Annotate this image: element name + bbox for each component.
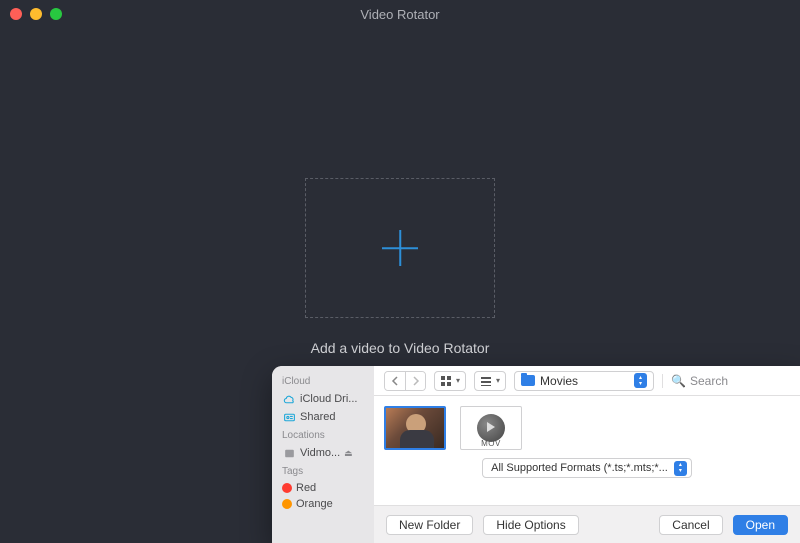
cancel-button[interactable]: Cancel [659,515,722,535]
group-icon [480,375,492,387]
format-select[interactable]: All Supported Formats (*.ts;*.mts;*... ▴… [482,458,692,478]
file-open-dialog: iCloud iCloud Dri... Shared Locations Vi… [272,366,800,543]
document-thumbnail: MOV [460,406,522,450]
video-dropzone[interactable] [305,178,495,318]
sidebar-tag-red[interactable]: Red [282,480,374,496]
new-folder-button[interactable]: New Folder [386,515,473,535]
chevron-down-icon: ▾ [456,376,460,385]
sidebar-item-label: iCloud Dri... [300,393,357,405]
sidebar-item-volume[interactable]: Vidmo... ⏏ [282,444,374,462]
location-label: Movies [540,374,629,388]
view-icons-button[interactable]: ▾ [434,371,466,391]
shared-icon [282,410,296,424]
cloud-icon [282,392,296,406]
search-field[interactable]: 🔍 Search [662,374,790,388]
open-button[interactable]: Open [733,515,788,535]
tag-dot-red-icon [282,483,292,493]
hide-options-button[interactable]: Hide Options [483,515,578,535]
grid-icon [440,375,452,387]
file-dialog-toolbar: ▾ ▾ Movies ▴▾ 🔍 Search [374,366,800,396]
video-thumbnail [384,406,446,450]
search-icon: 🔍 [671,374,686,388]
window-close-button[interactable] [10,8,22,20]
format-row: All Supported Formats (*.ts;*.mts;*... ▴… [384,458,790,478]
updown-arrows-icon: ▴▾ [674,461,687,476]
nav-buttons [384,371,426,391]
quicktime-icon [477,414,505,442]
sidebar-item-shared[interactable]: Shared [282,408,374,426]
traffic-lights [10,8,62,20]
sidebar-section-icloud: iCloud [282,376,374,387]
tag-dot-orange-icon [282,499,292,509]
chevron-down-icon: ▾ [496,376,500,385]
window-title: Video Rotator [360,7,439,22]
file-row: MOV [384,406,790,450]
chevron-left-icon [391,376,399,386]
sidebar-item-label: Red [296,482,316,494]
sidebar-item-label: Orange [296,498,333,510]
chevron-right-icon [412,376,420,386]
file-dialog-sidebar: iCloud iCloud Dri... Shared Locations Vi… [272,366,374,543]
eject-icon[interactable]: ⏏ [344,448,353,459]
sidebar-item-icloud-drive[interactable]: iCloud Dri... [282,390,374,408]
window-zoom-button[interactable] [50,8,62,20]
file-dialog-main: ▾ ▾ Movies ▴▾ 🔍 Search [374,366,800,543]
file-browser-content: MOV All Supported Formats (*.ts;*.mts;*.… [374,396,800,505]
titlebar: Video Rotator [0,0,800,28]
nav-back-button[interactable] [385,372,405,390]
sidebar-item-label: Shared [300,411,335,423]
plus-icon [382,230,418,266]
nav-forward-button[interactable] [405,372,425,390]
dropzone-caption: Add a video to Video Rotator [311,340,490,356]
location-popup[interactable]: Movies ▴▾ [514,371,654,391]
sidebar-section-tags: Tags [282,466,374,477]
disk-icon [282,446,296,460]
search-placeholder: Search [690,374,728,388]
folder-icon [521,375,535,386]
sidebar-item-label: Vidmo... [300,447,340,459]
window-minimize-button[interactable] [30,8,42,20]
group-by-button[interactable]: ▾ [474,371,506,391]
sidebar-tag-orange[interactable]: Orange [282,496,374,512]
sidebar-section-locations: Locations [282,430,374,441]
file-dialog-footer: New Folder Hide Options Cancel Open [374,505,800,543]
updown-arrows-icon: ▴▾ [634,373,647,388]
file-item-mov[interactable]: MOV [460,406,522,450]
format-select-label: All Supported Formats (*.ts;*.mts;*... [491,462,668,474]
file-item-video[interactable] [384,406,446,450]
file-ext-label: MOV [461,439,521,448]
